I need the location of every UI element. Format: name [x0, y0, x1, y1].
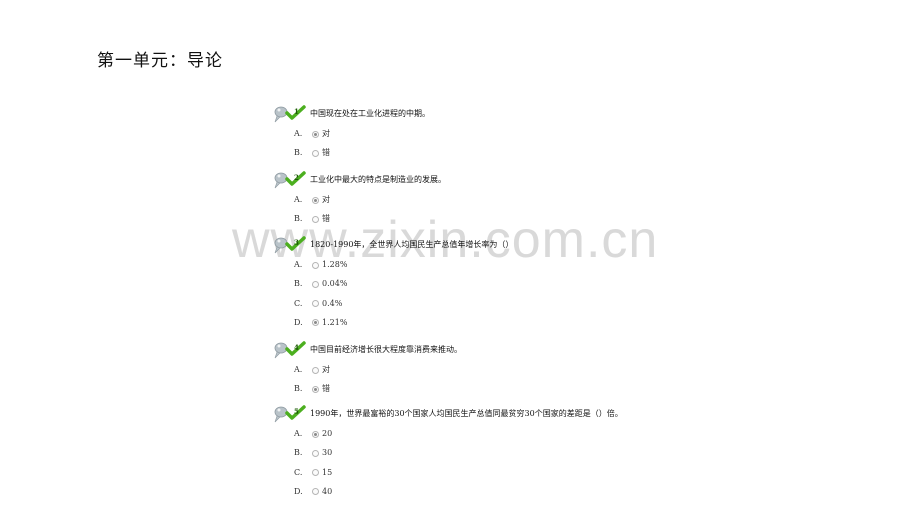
option-letter: A.	[294, 260, 303, 269]
radio-button[interactable]	[312, 215, 319, 223]
radio-button[interactable]	[312, 196, 319, 204]
question-3: 3 1820-1990年，全世界人均国民生产总值年增长率为（）	[272, 235, 513, 255]
radio-button[interactable]	[312, 385, 319, 393]
radio-button[interactable]	[312, 488, 319, 496]
option-row[interactable]: A. 对	[294, 128, 330, 140]
pin-check-icon	[272, 340, 308, 360]
option-label: 0.4%	[322, 298, 343, 308]
radio-button[interactable]	[312, 280, 319, 288]
option-row[interactable]: B. 错	[294, 383, 330, 395]
option-label: 1.21%	[322, 317, 348, 327]
option-letter: C.	[294, 467, 303, 477]
option-row[interactable]: A. 1.28%	[294, 259, 347, 271]
question-text: 工业化中最大的特点是制造业的发展。	[310, 175, 446, 184]
option-row[interactable]: B. 错	[294, 213, 330, 225]
radio-button[interactable]	[312, 319, 319, 327]
radio-button[interactable]	[312, 366, 319, 374]
question-number: 3	[294, 238, 299, 247]
option-label: 40	[322, 486, 333, 496]
question-text: 1990年，世界最富裕的30个国家人均国民生产总值同最贫穷30个国家的差距是（）…	[310, 409, 623, 418]
radio-button[interactable]	[312, 261, 319, 269]
option-row[interactable]: C. 0.4%	[294, 298, 342, 310]
radio-button[interactable]	[312, 430, 319, 438]
option-row[interactable]: B. 错	[294, 147, 330, 159]
option-label: 对	[322, 195, 330, 204]
question-number: 4	[294, 343, 299, 352]
option-row[interactable]: D. 1.21%	[294, 317, 347, 329]
option-label: 对	[322, 129, 330, 138]
option-label: 20	[322, 429, 333, 438]
option-label: 1.28%	[322, 260, 348, 269]
option-row[interactable]: D. 40	[294, 486, 332, 498]
option-letter: D.	[294, 317, 303, 327]
option-letter: B.	[294, 279, 303, 289]
radio-button[interactable]	[312, 469, 319, 477]
option-row[interactable]: B. 30	[294, 447, 332, 459]
question-text: 中国现在处在工业化进程的中期。	[310, 109, 430, 118]
question-2: 2 工业化中最大的特点是制造业的发展。	[272, 170, 446, 190]
option-letter: A.	[294, 129, 303, 138]
question-5: 5 1990年，世界最富裕的30个国家人均国民生产总值同最贫穷30个国家的差距是（…	[272, 404, 623, 424]
option-letter: B.	[294, 384, 303, 394]
option-label: 30	[322, 448, 333, 458]
option-label: 对	[322, 365, 330, 374]
question-number: 2	[294, 173, 299, 182]
page-title: 第一单元：导论	[97, 51, 223, 71]
option-label: 0.04%	[322, 279, 348, 289]
option-letter: A.	[294, 195, 303, 204]
pin-check-icon	[272, 170, 308, 190]
pin-check-icon	[272, 404, 308, 424]
radio-button[interactable]	[312, 449, 319, 457]
option-label: 15	[322, 467, 333, 477]
radio-button[interactable]	[312, 130, 319, 138]
question-text: 1820-1990年，全世界人均国民生产总值年增长率为（）	[310, 240, 514, 249]
option-row[interactable]: A. 对	[294, 194, 330, 206]
option-label: 错	[322, 214, 330, 224]
option-row[interactable]: C. 15	[294, 467, 332, 479]
option-letter: B.	[294, 148, 303, 158]
question-number: 1	[294, 107, 299, 116]
question-text: 中国目前经济增长很大程度靠消费来推动。	[310, 345, 462, 354]
option-letter: C.	[294, 298, 303, 308]
question-1: 1 中国现在处在工业化进程的中期。	[272, 104, 430, 124]
option-row[interactable]: B. 0.04%	[294, 278, 347, 290]
pin-check-icon	[272, 235, 308, 255]
option-row[interactable]: A. 20	[294, 428, 332, 440]
option-row[interactable]: A. 对	[294, 364, 330, 376]
pin-check-icon	[272, 104, 308, 124]
question-4: 4 中国目前经济增长很大程度靠消费来推动。	[272, 340, 462, 360]
option-letter: A.	[294, 365, 303, 374]
option-letter: B.	[294, 448, 303, 458]
radio-button[interactable]	[312, 149, 319, 157]
option-letter: D.	[294, 486, 303, 496]
radio-button[interactable]	[312, 300, 319, 308]
option-label: 错	[322, 148, 330, 158]
option-letter: B.	[294, 214, 303, 224]
question-number: 5	[294, 407, 299, 416]
option-letter: A.	[294, 429, 303, 438]
option-label: 错	[322, 384, 330, 394]
